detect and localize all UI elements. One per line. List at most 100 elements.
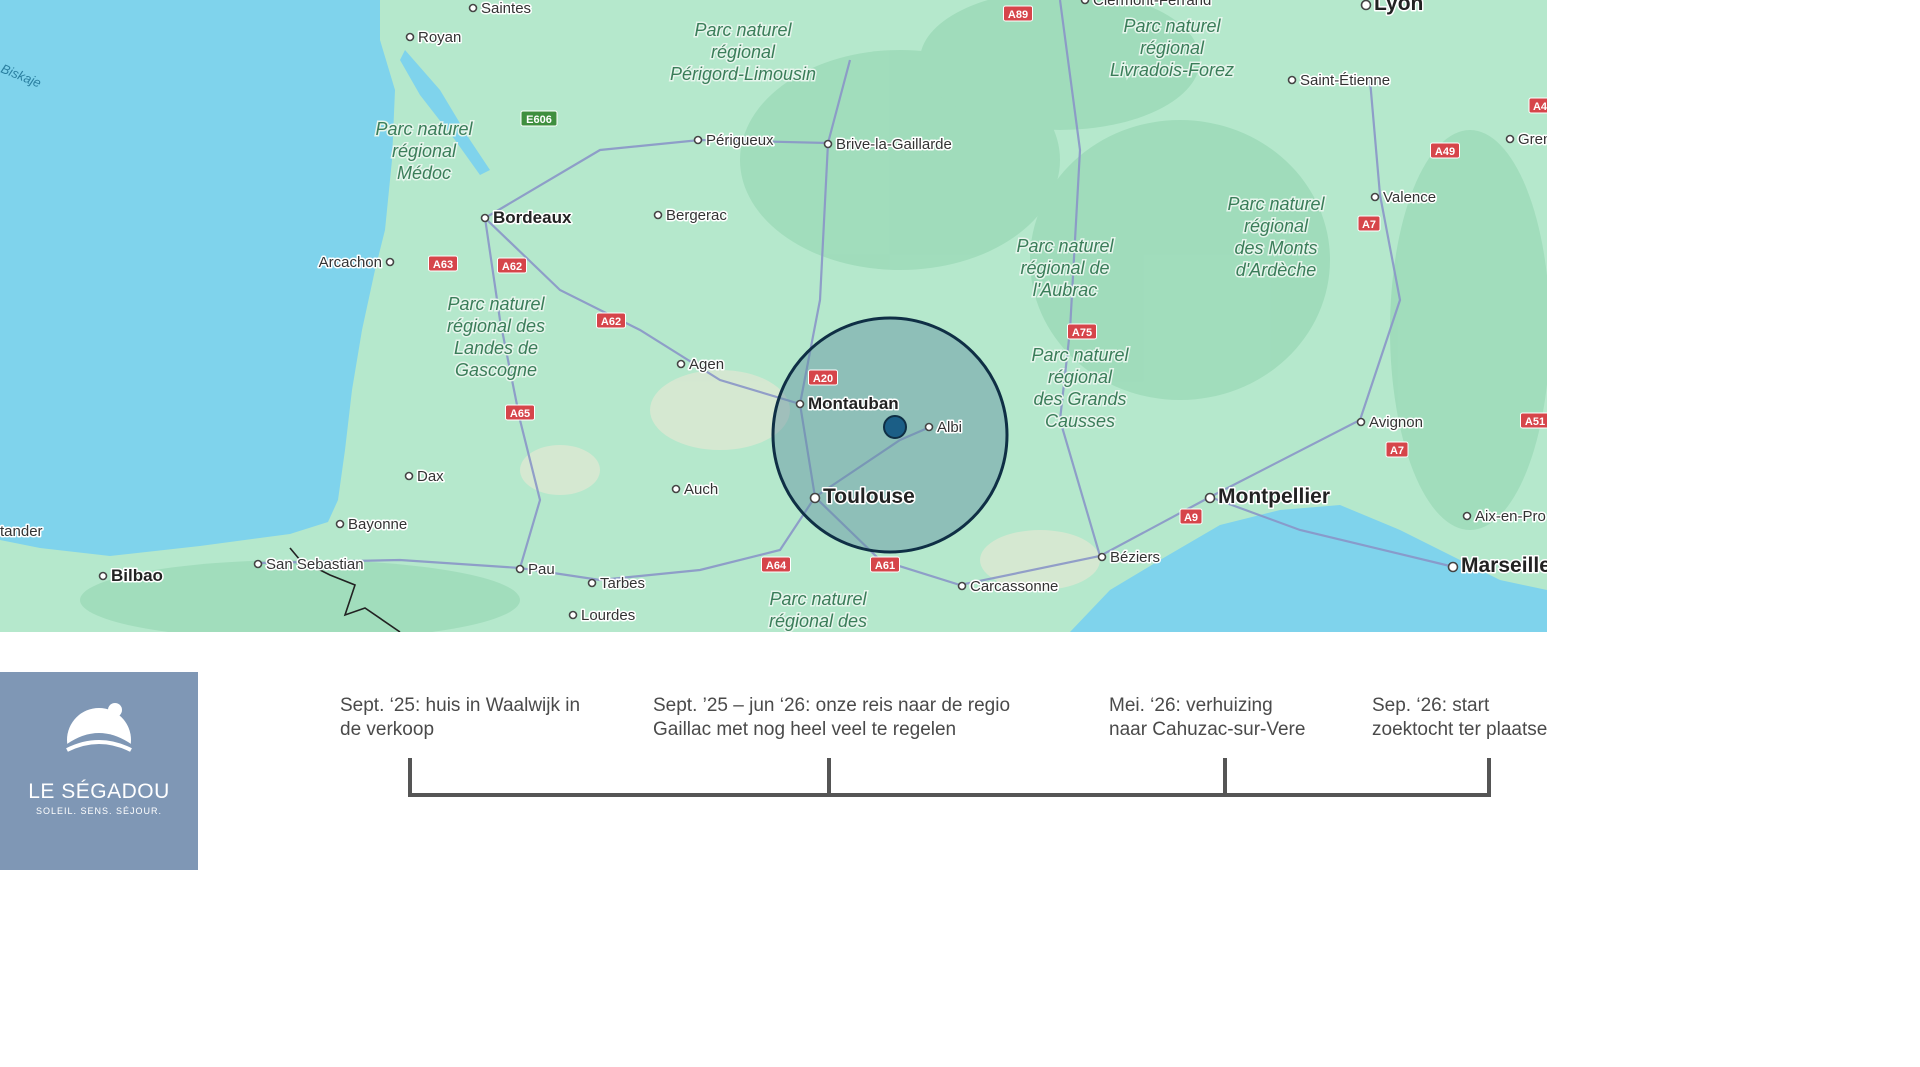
- road-shield: A20: [808, 369, 838, 386]
- road-shield: A89: [1003, 5, 1033, 22]
- svg-text:A62: A62: [601, 316, 621, 328]
- atlantic-sea: [0, 0, 395, 556]
- city-label: Dax: [417, 468, 444, 485]
- city-dot: [1447, 561, 1459, 573]
- city-dot: [480, 213, 490, 223]
- timeline: [408, 758, 1491, 797]
- city-dot: [653, 210, 663, 220]
- road-shield: E606: [520, 110, 558, 127]
- timeline-bracket: [408, 758, 1491, 797]
- city-label: Saint-Étienne: [1300, 72, 1390, 89]
- svg-text:A7: A7: [1390, 445, 1404, 457]
- timeline-label-3: Mei. ‘26: verhuizing naar Cahuzac-sur-Ve…: [1109, 695, 1306, 740]
- city-dot: [253, 559, 263, 569]
- road-shield: A63: [428, 255, 458, 272]
- road-shield: A9: [1179, 508, 1203, 525]
- city-label: Brive-la-Gaillarde: [836, 136, 952, 153]
- city-dot: [98, 571, 108, 581]
- road-shield: A4: [1528, 97, 1547, 114]
- city-5[interactable]: Bergerac: [653, 206, 729, 226]
- svg-text:A9: A9: [1184, 512, 1198, 524]
- city-dot: [587, 578, 597, 588]
- city-label: Gren: [1518, 131, 1547, 148]
- city-dot: [671, 484, 681, 494]
- city-dot: [693, 135, 703, 145]
- svg-text:A64: A64: [766, 560, 787, 572]
- city-label: Bordeaux: [493, 208, 572, 227]
- city-dot: [1505, 134, 1515, 144]
- city-dot: [385, 257, 395, 267]
- city-dot: [676, 359, 686, 369]
- city-3[interactable]: Brive-la-Gaillarde: [823, 135, 953, 155]
- city-dot: [1360, 0, 1372, 11]
- city-dot: [1287, 75, 1297, 85]
- city-13[interactable]: Bayonne: [335, 515, 409, 535]
- city-label: tander: [0, 523, 43, 540]
- city-8[interactable]: Montauban: [795, 393, 900, 415]
- city-dot: [404, 471, 414, 481]
- timeline-label-1: Sept. ‘25: huis in Waalwijk in de verkoo…: [340, 695, 581, 740]
- city-dot: [1204, 492, 1216, 504]
- city-label: Saintes: [481, 0, 531, 17]
- city-dot: [515, 564, 525, 574]
- city-label: Avignon: [1369, 414, 1423, 431]
- city-label: Marseille: [1461, 554, 1547, 577]
- city-label: Montauban: [808, 394, 899, 413]
- city-dot: [1097, 552, 1107, 562]
- city-label: Bilbao: [111, 566, 163, 585]
- city-label: Valence: [1383, 189, 1436, 206]
- city-10[interactable]: Toulouse: [809, 484, 916, 510]
- city-30[interactable]: Clermont-Ferrand: [1080, 0, 1213, 11]
- city-label: San Sebastian: [266, 556, 364, 573]
- logo-tagline: SOLEIL. SENS. SÉJOUR.: [35, 806, 163, 816]
- city-2[interactable]: Périgueux: [693, 131, 776, 151]
- location-marker[interactable]: [883, 415, 907, 439]
- svg-text:A65: A65: [510, 408, 530, 420]
- city-dot: [1462, 511, 1472, 521]
- city-label: Auch: [684, 481, 718, 498]
- city-14[interactable]: San Sebastian: [253, 555, 365, 575]
- logo: LE SÉGADOU SOLEIL. SENS. SÉJOUR.: [0, 672, 198, 870]
- city-label: Bayonne: [348, 516, 407, 533]
- road-shield: A7: [1385, 441, 1409, 458]
- city-label: Périgueux: [706, 132, 774, 149]
- city-dot: [1356, 417, 1366, 427]
- svg-text:A61: A61: [875, 560, 895, 572]
- city-dot: [795, 399, 805, 409]
- city-label: Albi: [937, 419, 962, 436]
- city-label: Lyon: [1374, 0, 1423, 15]
- road-shield: A7: [1357, 215, 1381, 232]
- city-24[interactable]: Saint-Étienne: [1287, 71, 1392, 91]
- svg-text:E606: E606: [526, 114, 552, 126]
- city-dot: [335, 519, 345, 529]
- map[interactable]: A89 E606 A63 A62 A62 A65 A20 A75 A64 A61 A9 A7 A7 A49…: [0, 0, 1547, 632]
- city-label: Toulouse: [823, 485, 915, 508]
- city-dot: [823, 139, 833, 149]
- city-dot: [809, 492, 821, 504]
- road-shield: A61: [870, 556, 900, 573]
- logo-mark-icon: [66, 703, 132, 774]
- city-label: Clermont-Ferrand: [1093, 0, 1211, 9]
- logo-name: LE SÉGADOU: [28, 780, 170, 803]
- road-shield: A64: [761, 556, 791, 573]
- city-dot: [924, 422, 934, 432]
- road-shield: A49: [1430, 142, 1460, 159]
- svg-text:A20: A20: [813, 373, 833, 385]
- city-label: Tarbes: [600, 575, 645, 592]
- city-label: Carcassonne: [970, 578, 1058, 595]
- city-27[interactable]: Aix-en-Pro: [1462, 507, 1547, 527]
- city-label: Pau: [528, 561, 555, 578]
- city-19[interactable]: Carcassonne: [957, 577, 1060, 597]
- city-label: Lourdes: [581, 607, 635, 624]
- city-label: Béziers: [1110, 549, 1160, 566]
- city-dot: [1370, 192, 1380, 202]
- city-label: Montpellier: [1218, 485, 1330, 508]
- svg-text:A51: A51: [1525, 416, 1545, 428]
- city-21[interactable]: Montpellier: [1204, 484, 1332, 510]
- svg-text:A7: A7: [1362, 219, 1376, 231]
- city-label: Agen: [689, 356, 724, 373]
- city-4[interactable]: Bordeaux: [480, 207, 573, 229]
- city-29[interactable]: tander: [0, 522, 44, 542]
- city-26[interactable]: Marseille: [1447, 553, 1548, 579]
- timeline-label-2: Sept. ’25 – jun ‘26: onze reis naar de r…: [653, 695, 1011, 740]
